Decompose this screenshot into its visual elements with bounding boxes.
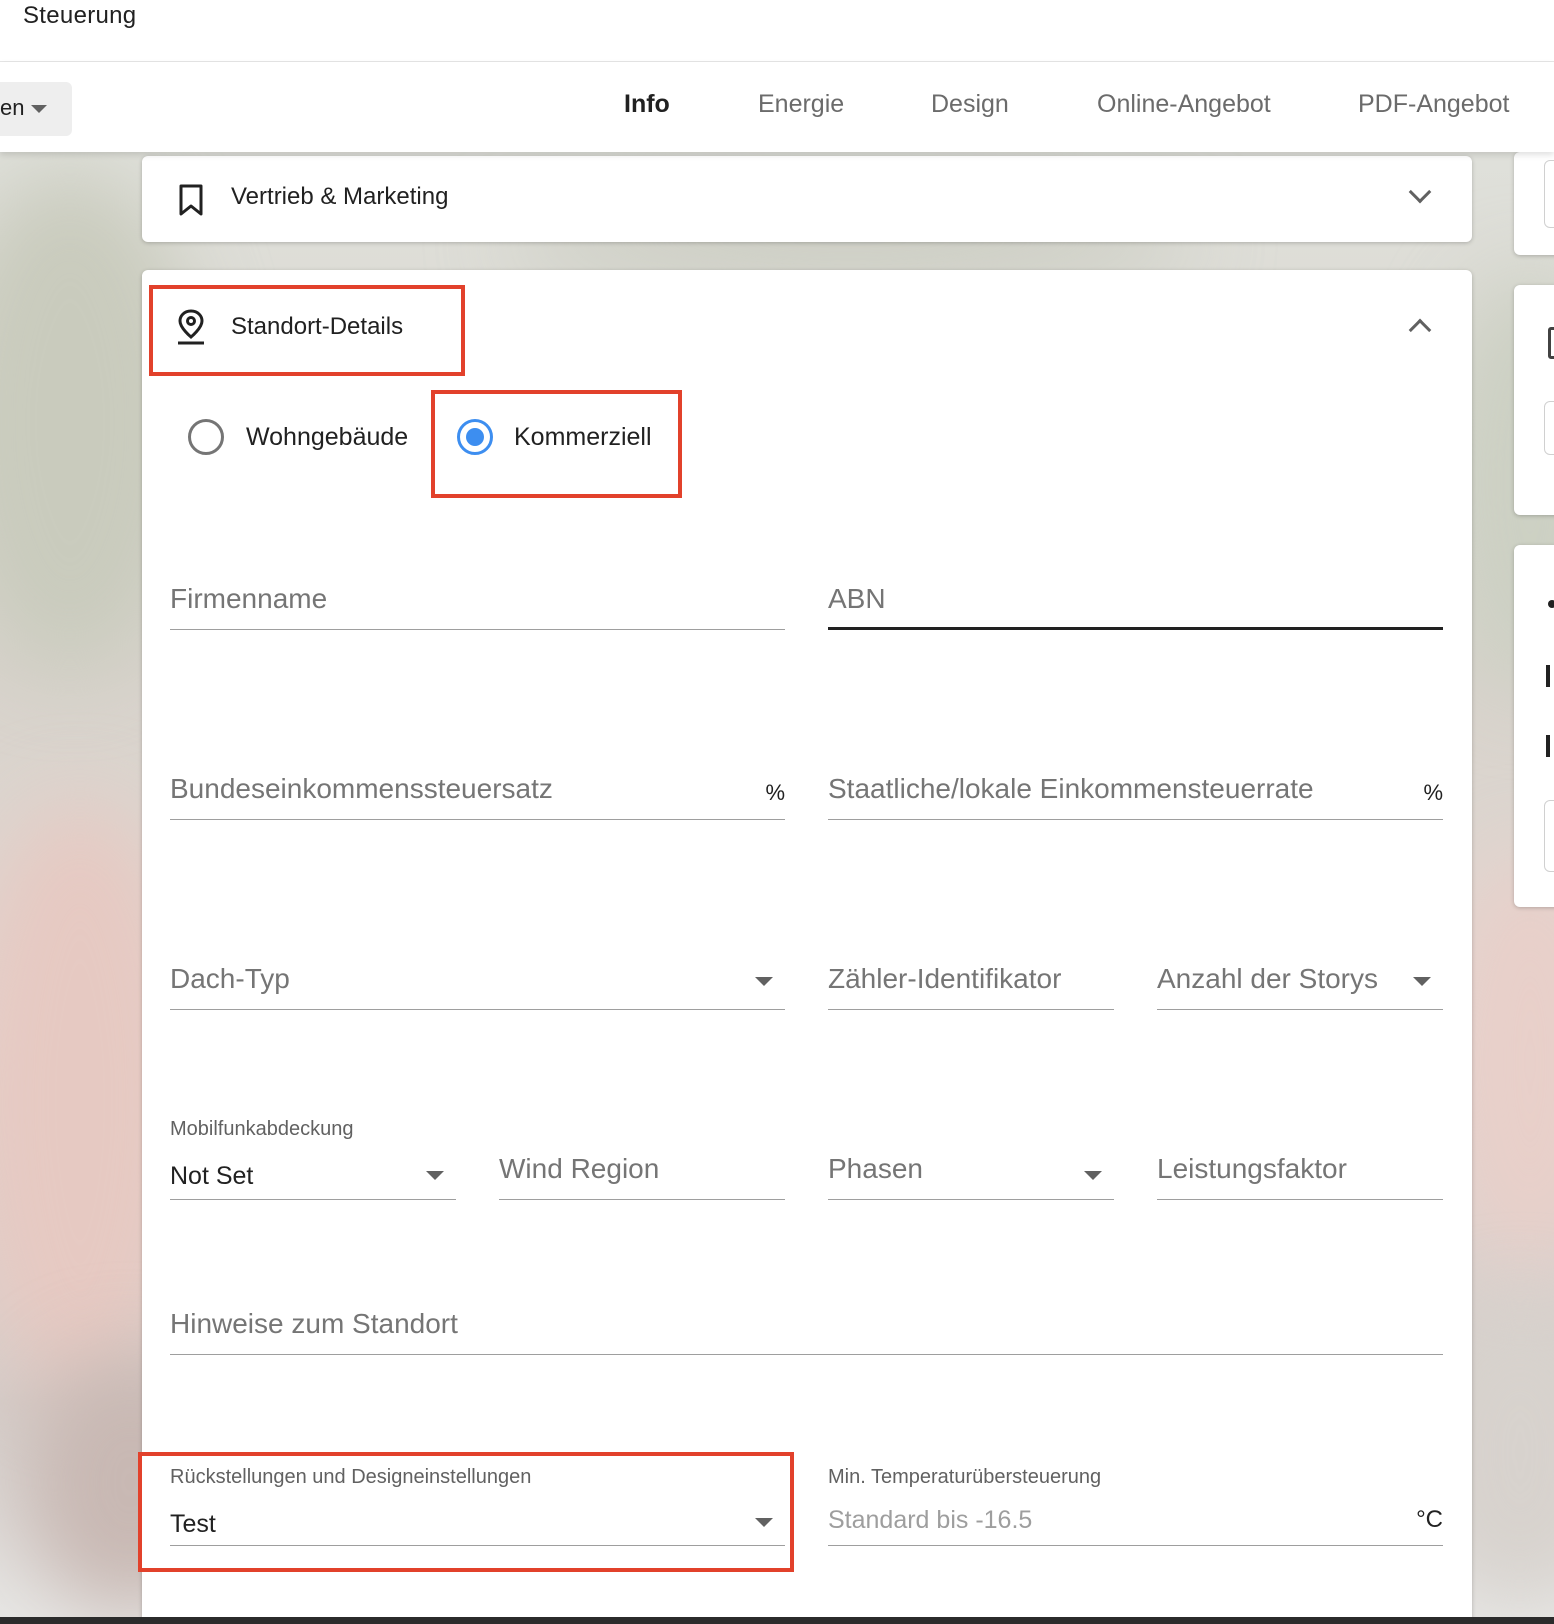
roof-type-placeholder: Dach-Typ (170, 963, 290, 994)
min-temp-label: Min. Temperaturübersteuerung (828, 1466, 1102, 1488)
right-panel-card-2 (1514, 285, 1554, 515)
abn-placeholder: ABN (828, 583, 886, 614)
company-name-placeholder: Firmenname (170, 583, 328, 614)
site-notes-placeholder: Hinweise zum Standort (170, 1308, 458, 1339)
dropdown-caret-icon (755, 977, 773, 986)
app-title: Steuerung (23, 2, 137, 29)
state-tax-field[interactable]: Staatliche/lokale Einkommensteuerrate % (828, 760, 1443, 820)
bottom-edge (0, 1617, 1554, 1624)
radio-wohngebaeude[interactable] (188, 419, 224, 455)
highlight-box-commercial (431, 390, 682, 498)
window-title-bar: Steuerung (0, 0, 1554, 62)
percent-unit: % (765, 780, 785, 805)
project-selector[interactable]: en (0, 82, 72, 136)
site-notes-field[interactable]: Hinweise zum Standort (170, 1295, 1443, 1355)
wind-region-field[interactable]: Wind Region (499, 1140, 785, 1200)
meter-id-field[interactable]: Zähler-Identifikator (828, 950, 1114, 1010)
power-factor-placeholder: Leistungsfaktor (1157, 1153, 1347, 1184)
sales-marketing-title: Vertrieb & Marketing (231, 183, 449, 210)
state-tax-placeholder: Staatliche/lokale Einkommensteuerrate (828, 773, 1314, 804)
radio-label-wohngebaeude: Wohngebäude (246, 423, 409, 451)
phases-placeholder: Phasen (828, 1153, 923, 1184)
sales-marketing-panel[interactable]: Vertrieb & Marketing (142, 156, 1472, 242)
right-panel-control (1544, 160, 1554, 228)
document-icon (1548, 327, 1554, 359)
right-panel-card-3 (1514, 545, 1554, 907)
min-temp-placeholder: Standard bis -16.5 (828, 1506, 1033, 1534)
company-name-field[interactable]: Firmenname (170, 570, 785, 630)
phases-select[interactable]: Phasen (828, 1140, 1114, 1200)
bookmark-icon (179, 184, 203, 216)
bullet-icon (1548, 600, 1554, 608)
dropdown-caret-icon (426, 1171, 444, 1180)
site-details-panel: Standort-Details Wohngebäude Kommerziell… (142, 270, 1472, 1624)
cell-coverage-label: Mobilfunkabdeckung (170, 1118, 354, 1140)
power-factor-field[interactable]: Leistungsfaktor (1157, 1140, 1443, 1200)
top-nav-bar: en Info Energie Design Online-Angebot PD… (0, 62, 1554, 152)
celsius-unit: °C (1416, 1506, 1443, 1533)
right-panel-control (1544, 800, 1554, 872)
truncated-text (1546, 735, 1550, 757)
chevron-up-icon[interactable] (1408, 318, 1432, 342)
min-temp-field[interactable]: Standard bis -16.5 °C (828, 1488, 1443, 1546)
dropdown-caret-icon (1084, 1171, 1102, 1180)
tab-online-angebot[interactable]: Online-Angebot (1097, 90, 1271, 119)
highlight-box-site-details (149, 285, 465, 376)
federal-tax-placeholder: Bundeseinkommenssteuersatz (170, 773, 553, 804)
chevron-down-icon[interactable] (1408, 180, 1432, 204)
federal-tax-field[interactable]: Bundeseinkommenssteuersatz % (170, 760, 785, 820)
right-panel-control (1544, 401, 1554, 455)
tab-info[interactable]: Info (624, 90, 670, 119)
project-selector-text: en (0, 95, 25, 120)
right-panel-card-1 (1514, 152, 1554, 255)
meter-id-placeholder: Zähler-Identifikator (828, 963, 1062, 994)
abn-field[interactable]: ABN (828, 570, 1443, 630)
truncated-text (1546, 665, 1550, 687)
tab-energie[interactable]: Energie (758, 90, 844, 119)
dropdown-caret-icon (1413, 977, 1431, 986)
cell-coverage-value: Not Set (170, 1162, 254, 1190)
roof-type-select[interactable]: Dach-Typ (170, 950, 785, 1010)
dropdown-caret-icon (31, 105, 47, 113)
tab-design[interactable]: Design (931, 90, 1009, 119)
highlight-box-setbacks (138, 1452, 794, 1572)
wind-region-placeholder: Wind Region (499, 1153, 660, 1184)
percent-unit: % (1423, 780, 1443, 805)
cell-coverage-select[interactable]: Not Set (170, 1140, 456, 1200)
stories-select[interactable]: Anzahl der Storys (1157, 950, 1443, 1010)
stories-placeholder: Anzahl der Storys (1157, 963, 1378, 994)
tab-pdf-angebot[interactable]: PDF-Angebot (1358, 90, 1509, 119)
